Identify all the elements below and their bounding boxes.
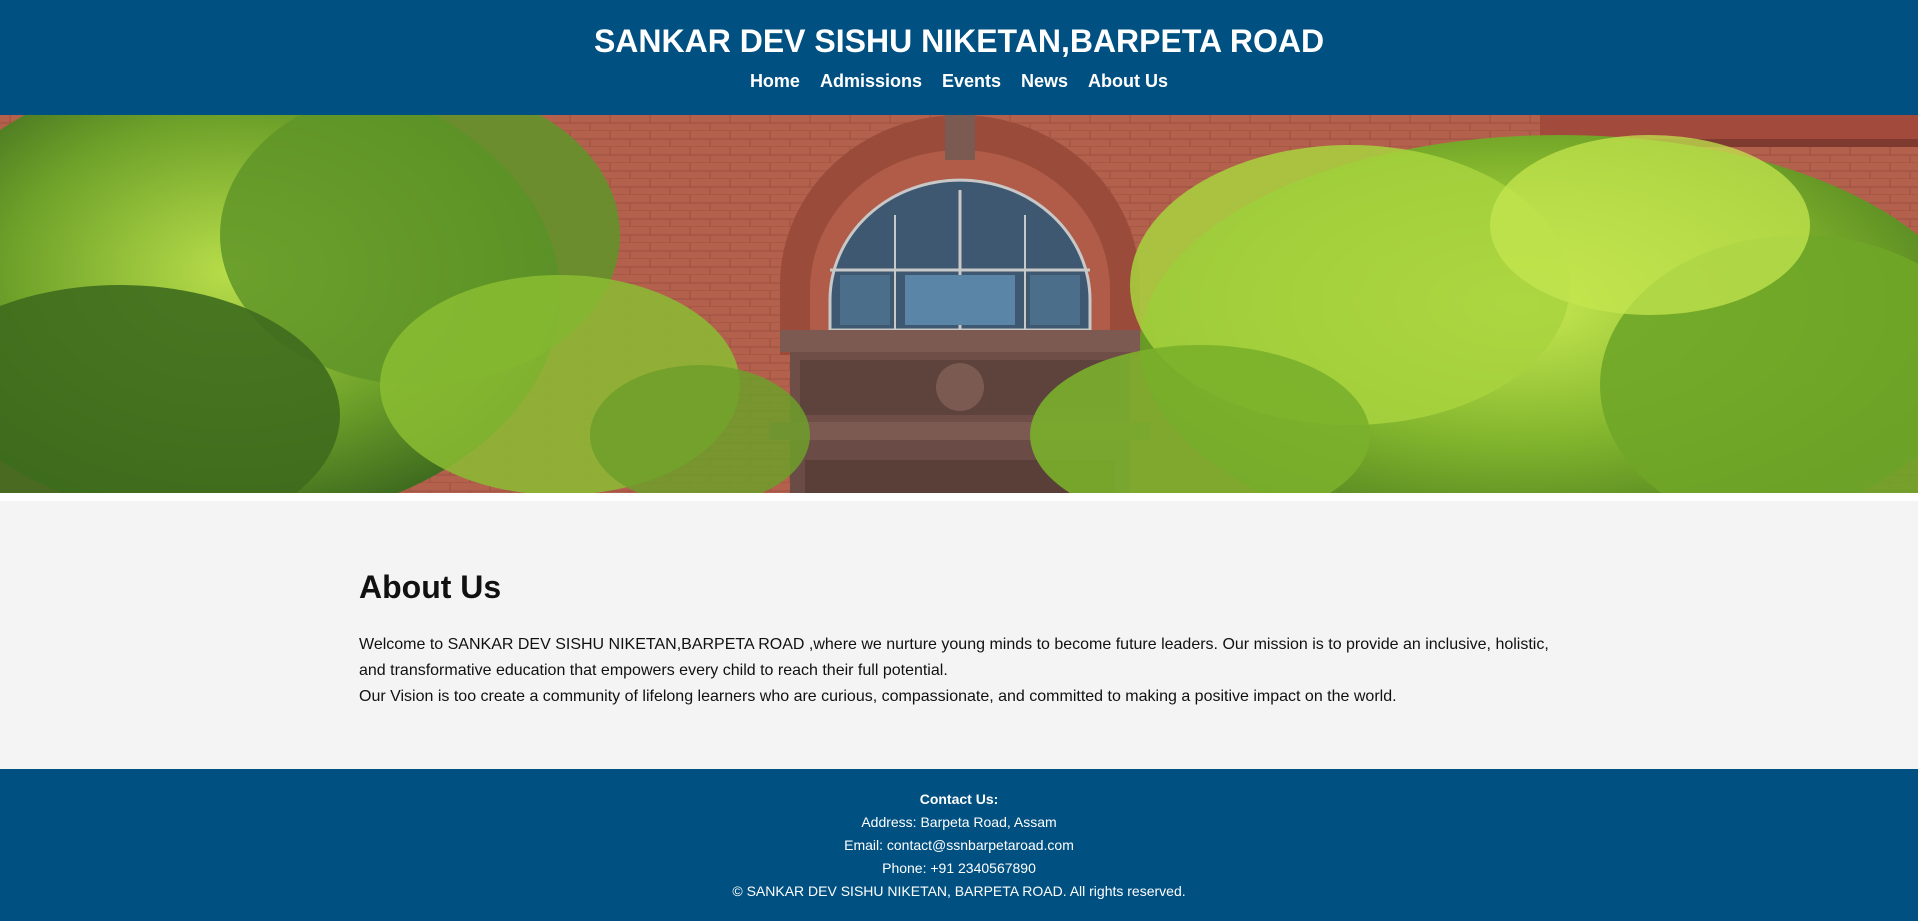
about-text: Welcome to SANKAR DEV SISHU NIKETAN,BARP… bbox=[359, 632, 1559, 710]
site-header: SANKAR DEV SISHU NIKETAN,BARPETA ROAD Ho… bbox=[0, 0, 1918, 115]
contact-address: Address: Barpeta Road, Assam bbox=[861, 814, 1057, 830]
about-section: About Us Welcome to SANKAR DEV SISHU NIK… bbox=[0, 501, 1918, 769]
vision-text: Our Vision is too create a community of … bbox=[359, 688, 1397, 705]
nav-events-link[interactable]: Events bbox=[942, 69, 1001, 93]
mission-text: Welcome to SANKAR DEV SISHU NIKETAN,BARP… bbox=[359, 636, 1549, 679]
contact-title: Contact Us: bbox=[919, 791, 999, 807]
nav-about-link[interactable]: About Us bbox=[1088, 69, 1168, 93]
about-heading: About Us bbox=[359, 569, 502, 605]
nav-home-link[interactable]: Home bbox=[750, 69, 800, 93]
main-nav: Home Admissions Events News About Us bbox=[0, 69, 1918, 93]
nav-admissions-link[interactable]: Admissions bbox=[820, 69, 922, 93]
nav-news-link[interactable]: News bbox=[1021, 69, 1068, 93]
hero-image bbox=[0, 115, 1918, 493]
site-footer: Contact Us: Address: Barpeta Road, Assam… bbox=[0, 769, 1918, 921]
contact-email: Email: contact@ssnbarpetaroad.com bbox=[844, 837, 1074, 853]
copyright-text: © SANKAR DEV SISHU NIKETAN, BARPETA ROAD… bbox=[732, 883, 1186, 899]
hero-building-illustration bbox=[0, 115, 1918, 493]
site-title: SANKAR DEV SISHU NIKETAN,BARPETA ROAD bbox=[593, 23, 1325, 59]
divider bbox=[0, 493, 1918, 501]
contact-phone: Phone: +91 2340567890 bbox=[882, 860, 1036, 876]
